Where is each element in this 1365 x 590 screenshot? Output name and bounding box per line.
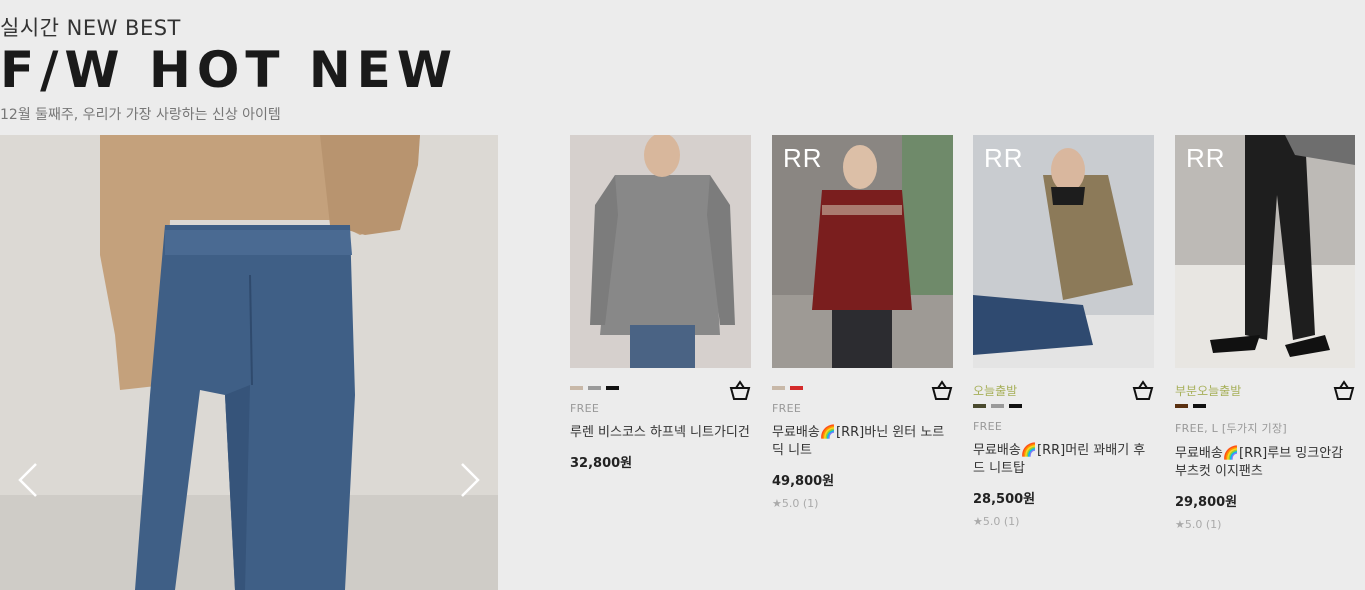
product-image[interactable]: RR bbox=[772, 135, 953, 368]
product-review: ★5.0 (1) bbox=[1175, 518, 1222, 531]
color-swatches bbox=[973, 400, 1154, 412]
product-card[interactable]: FREE 루렌 비스코스 하프넥 니트가디건 32,800원 bbox=[570, 135, 751, 479]
product-price: 32,800원 bbox=[570, 456, 633, 471]
product-size: FREE, L [두가지 기장] bbox=[1175, 422, 1287, 435]
brand-label: RR bbox=[783, 143, 823, 173]
add-to-cart-button[interactable] bbox=[729, 380, 751, 402]
product-card[interactable]: RR 오늘출발 FREE 무료배송🌈[RR]머린 꽈배기 후드 니트탑 28,5… bbox=[973, 135, 1154, 528]
product-card[interactable]: RR 부분오늘출발 FREE, L [두가지 기장] 무료배송🌈[RR]루브 밍… bbox=[1175, 135, 1355, 531]
product-size: FREE bbox=[570, 402, 600, 415]
basket-icon bbox=[729, 380, 751, 400]
product-image[interactable]: RR bbox=[1175, 135, 1355, 368]
add-to-cart-button[interactable] bbox=[1132, 380, 1154, 402]
product-badge: 부분오늘출발 bbox=[1175, 384, 1242, 398]
add-to-cart-button[interactable] bbox=[931, 380, 953, 402]
color-swatch[interactable] bbox=[772, 386, 785, 390]
product-name[interactable]: 무료배송🌈[RR]머린 꽈배기 후드 니트탑 bbox=[973, 442, 1154, 478]
color-swatch[interactable] bbox=[973, 404, 986, 408]
color-swatch[interactable] bbox=[1175, 404, 1188, 408]
color-swatch[interactable] bbox=[1009, 404, 1022, 408]
color-swatch[interactable] bbox=[606, 386, 619, 390]
brand-label: RR bbox=[984, 143, 1024, 173]
hero-image[interactable] bbox=[0, 135, 498, 590]
section-subtitle: 12월 둘째주, 우리가 가장 사랑하는 신상 아이템 bbox=[0, 107, 281, 123]
product-price: 49,800원 bbox=[772, 474, 835, 489]
product-card[interactable]: RR FREE 무료배송🌈[RR]바닌 윈터 노르딕 니트 49,800원 ★5… bbox=[772, 135, 953, 510]
color-swatch[interactable] bbox=[790, 386, 803, 390]
chevron-right-icon bbox=[461, 463, 480, 497]
product-price: 29,800원 bbox=[1175, 495, 1238, 510]
product-size: FREE bbox=[772, 402, 802, 415]
product-name[interactable]: 루렌 비스코스 하프넥 니트가디건 bbox=[570, 424, 751, 442]
section-title: F/W HOT NEW bbox=[0, 41, 458, 99]
color-swatches bbox=[772, 382, 953, 394]
color-swatches bbox=[570, 382, 751, 394]
basket-icon bbox=[931, 380, 953, 400]
chevron-left-icon bbox=[18, 463, 37, 497]
add-to-cart-button[interactable] bbox=[1333, 380, 1355, 402]
hero-photo bbox=[0, 135, 498, 590]
product-name[interactable]: 무료배송🌈[RR]루브 밍크안감 부츠컷 이지팬츠 bbox=[1175, 445, 1355, 481]
product-image[interactable] bbox=[570, 135, 751, 368]
color-swatch[interactable] bbox=[570, 386, 583, 390]
product-name[interactable]: 무료배송🌈[RR]바닌 윈터 노르딕 니트 bbox=[772, 424, 953, 460]
product-size: FREE bbox=[973, 420, 1003, 433]
basket-icon bbox=[1132, 380, 1154, 400]
brand-label: RR bbox=[1186, 143, 1226, 173]
section-eyebrow: 실시간 NEW BEST bbox=[0, 16, 181, 40]
basket-icon bbox=[1333, 380, 1355, 400]
hero-next-button[interactable] bbox=[454, 460, 484, 500]
product-badge: 오늘출발 bbox=[973, 384, 1018, 398]
color-swatch[interactable] bbox=[991, 404, 1004, 408]
product-price: 28,500원 bbox=[973, 492, 1036, 507]
color-swatches bbox=[1175, 400, 1355, 412]
color-swatch[interactable] bbox=[588, 386, 601, 390]
hero-prev-button[interactable] bbox=[14, 460, 44, 500]
product-review: ★5.0 (1) bbox=[772, 497, 819, 510]
product-image[interactable]: RR bbox=[973, 135, 1154, 368]
color-swatch[interactable] bbox=[1193, 404, 1206, 408]
product-review: ★5.0 (1) bbox=[973, 515, 1020, 528]
